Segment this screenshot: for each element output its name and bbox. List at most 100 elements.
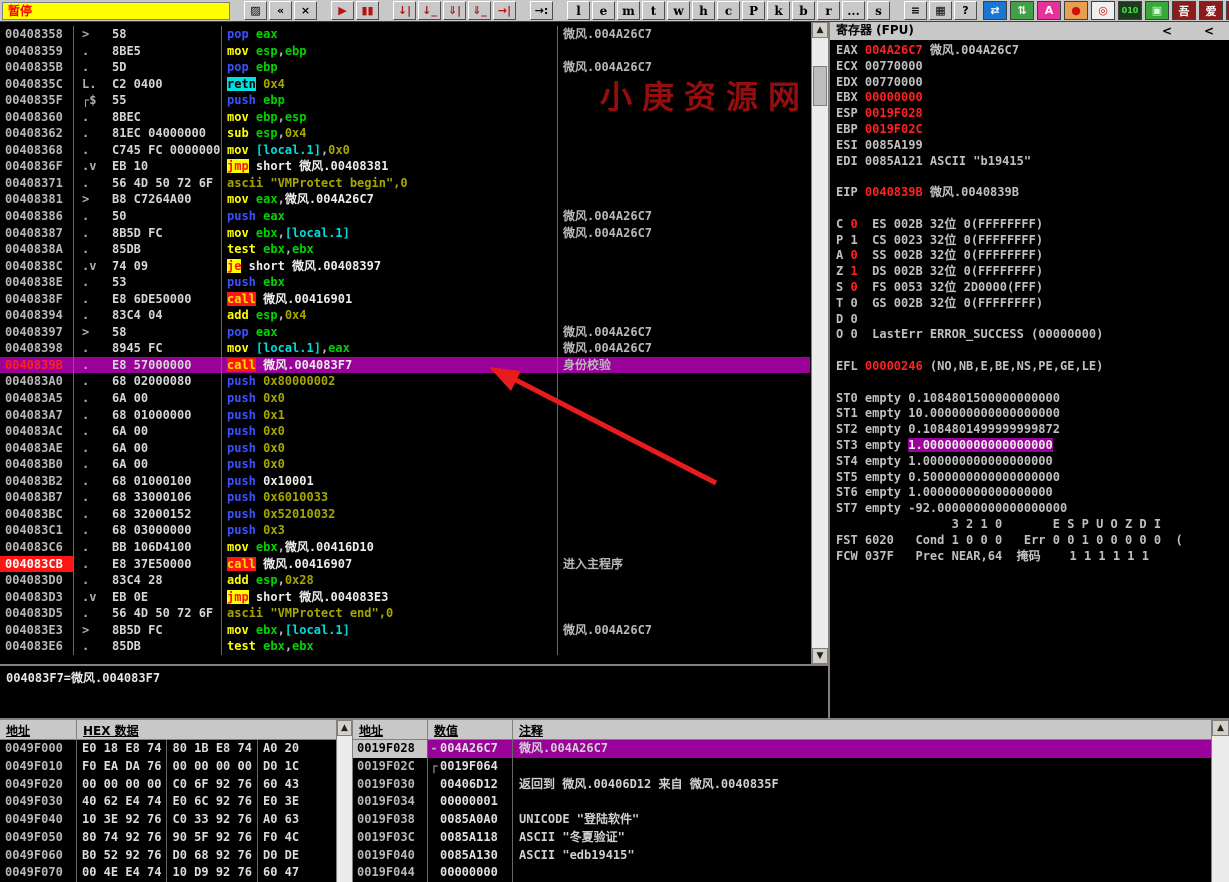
register-line[interactable]: ESI 0085A199: [836, 138, 1229, 154]
up-down-icon[interactable]: ⇅: [1010, 1, 1034, 20]
scroll-up-icon[interactable]: ▲: [812, 22, 828, 38]
disasm-row[interactable]: 0040838E.53push ebx: [0, 274, 810, 291]
disasm-row[interactable]: 004083BC.68 32000152push 0x52010032: [0, 506, 810, 523]
execute-till-return-button[interactable]: →|: [493, 1, 516, 20]
stack-row[interactable]: 0019F03400000001: [353, 793, 1229, 811]
disasm-row[interactable]: 00408394.83C4 04add esp,0x4: [0, 307, 810, 324]
register-line[interactable]: EDI 0085A121 ASCII "b19415": [836, 154, 1229, 170]
letter-button-b[interactable]: b: [792, 1, 815, 20]
register-line[interactable]: [836, 375, 1229, 391]
scroll-down-icon[interactable]: ▼: [812, 648, 828, 664]
disasm-row[interactable]: 004083D5.56 4D 50 72 6Fascii "VMProtect …: [0, 605, 810, 622]
stack-row[interactable]: 0019F028-004A26C7微风.004A26C7: [353, 740, 1229, 758]
dump-row[interactable]: 0049F05080 74 92 7690 5F 92 76F0 4C: [0, 829, 352, 847]
dump-scrollbar[interactable]: ▲: [336, 720, 352, 882]
register-line[interactable]: EFL 00000246 (NO,NB,E,BE,NS,PE,GE,LE): [836, 359, 1229, 375]
letter-button-c[interactable]: c: [717, 1, 740, 20]
register-lines[interactable]: EAX 004A26C7 微风.004A26C7ECX 00770000EDX …: [830, 40, 1229, 564]
swap-arrows-icon[interactable]: ⇄: [983, 1, 1007, 20]
animate-into-button[interactable]: ⇓|: [443, 1, 466, 20]
letter-button-...[interactable]: ...: [842, 1, 865, 20]
list-icon[interactable]: ≡: [904, 1, 927, 20]
disasm-row[interactable]: 004083A0.68 02000080push 0x80000002: [0, 373, 810, 390]
letter-button-t[interactable]: t: [642, 1, 665, 20]
disasm-row[interactable]: 004083AE.6A 00push 0x0: [0, 440, 810, 457]
ai-button[interactable]: 爱: [1199, 1, 1223, 20]
register-line[interactable]: ECX 00770000: [836, 59, 1229, 75]
disasm-row[interactable]: 00408362.81EC 04000000sub esp,0x4: [0, 125, 810, 142]
register-line[interactable]: EBP 0019F02C: [836, 122, 1229, 138]
stack-comment-header[interactable]: 注释: [513, 720, 1229, 739]
letter-button-w[interactable]: w: [667, 1, 690, 20]
register-line[interactable]: [836, 169, 1229, 185]
letter-button-h[interactable]: h: [692, 1, 715, 20]
disasm-row[interactable]: 004083C1.68 03000000push 0x3: [0, 522, 810, 539]
disasm-row[interactable]: 00408386.50push eax微风.004A26C7: [0, 208, 810, 225]
stack-row[interactable]: 0019F03C0085A118ASCII "冬夏验证": [353, 829, 1229, 847]
disasm-row[interactable]: 00408358>58pop eax微风.004A26C7: [0, 26, 810, 43]
disasm-row[interactable]: 0040838F.E8 6DE50000call 微风.00416901: [0, 291, 810, 308]
register-line[interactable]: ST1 empty 10.000000000000000000: [836, 406, 1229, 422]
letter-button-l[interactable]: l: [567, 1, 590, 20]
disassembly-scrollbar[interactable]: ▲ ▼: [811, 22, 828, 664]
disasm-row[interactable]: 004083D0.83C4 28add esp,0x28: [0, 572, 810, 589]
register-line[interactable]: [836, 343, 1229, 359]
dump-row[interactable]: 0049F02000 00 00 00C0 6F 92 7660 43: [0, 776, 352, 794]
register-line[interactable]: EDX 00770000: [836, 75, 1229, 91]
letter-a-icon[interactable]: A: [1037, 1, 1061, 20]
stack-row[interactable]: 0019F0380085A0A0UNICODE "登陆软件": [353, 811, 1229, 829]
disasm-row[interactable]: 004083D3.vEB 0Ejmp short 微风.004083E3: [0, 589, 810, 606]
register-line[interactable]: ESP 0019F028: [836, 106, 1229, 122]
go-to-user-code-button[interactable]: →:: [530, 1, 553, 20]
disasm-row[interactable]: 004083C6.BB 106D4100mov ebx,微风.00416D10: [0, 539, 810, 556]
dump-scroll-up-icon[interactable]: ▲: [337, 720, 352, 736]
collapse-right-button[interactable]: <: [1197, 23, 1221, 40]
dump-hex-header[interactable]: HEX 数据: [77, 720, 352, 739]
letter-button-k[interactable]: k: [767, 1, 790, 20]
stack-row[interactable]: 0019F0400085A130ASCII "edb19415": [353, 847, 1229, 865]
open-file-button[interactable]: ▨: [244, 1, 267, 20]
dump-address-header[interactable]: 地址: [0, 720, 77, 739]
disasm-row[interactable]: 004083B7.68 33000106push 0x6010033: [0, 489, 810, 506]
register-line[interactable]: ST0 empty 0.1084801500000000000: [836, 391, 1229, 407]
stack-row[interactable]: 0019F04400000000: [353, 864, 1229, 882]
collapse-left-button[interactable]: <: [1155, 23, 1179, 40]
dump-row[interactable]: 0049F03040 62 E4 74E0 6C 92 76E0 3E: [0, 793, 352, 811]
disasm-row[interactable]: 00408381>B8 C7264A00mov eax,微风.004A26C7: [0, 191, 810, 208]
register-line[interactable]: ST4 empty 1.000000000000000000: [836, 454, 1229, 470]
disasm-row[interactable]: 00408368.C745 FC 00000000mov [local.1],0…: [0, 142, 810, 159]
register-line[interactable]: ST6 empty 1.000000000000000000: [836, 485, 1229, 501]
register-line[interactable]: FST 6020 Cond 1 0 0 0 Err 0 0 1 0 0 0 0 …: [836, 533, 1229, 549]
red-dot-icon[interactable]: ●: [1064, 1, 1088, 20]
register-line[interactable]: O 0 LastErr ERROR_SUCCESS (00000000): [836, 327, 1229, 343]
disasm-row[interactable]: 004083B2.68 01000100push 0x10001: [0, 473, 810, 490]
stack-row[interactable]: 0019F03000406D12返回到 微风.00406D12 来自 微风.00…: [353, 776, 1229, 794]
register-line[interactable]: A 0 SS 002B 32位 0(FFFFFFFF): [836, 248, 1229, 264]
step-into-button[interactable]: ↓|: [393, 1, 416, 20]
disasm-row[interactable]: 0040838A.85DBtest ebx,ebx: [0, 241, 810, 258]
help-icon[interactable]: ?: [954, 1, 977, 20]
disasm-row[interactable]: 004083CB.E8 37E50000call 微风.00416907进入主程…: [0, 556, 810, 573]
binary-010-icon[interactable]: 010: [1118, 1, 1142, 20]
scroll-thumb[interactable]: [813, 66, 827, 106]
disasm-row[interactable]: 00408397>58pop eax微风.004A26C7: [0, 324, 810, 341]
letter-button-P[interactable]: P: [742, 1, 765, 20]
disasm-row[interactable]: 004083E6.85DBtest ebx,ebx: [0, 638, 810, 655]
register-line[interactable]: FCW 037F Prec NEAR,64 掩码 1 1 1 1 1 1: [836, 549, 1229, 565]
register-line[interactable]: Z 1 DS 002B 32位 0(FFFFFFFF): [836, 264, 1229, 280]
letter-button-e[interactable]: e: [592, 1, 615, 20]
letter-button-r[interactable]: r: [817, 1, 840, 20]
windows-icon[interactable]: ▦: [929, 1, 952, 20]
close-button[interactable]: ×: [294, 1, 317, 20]
disasm-row[interactable]: 004083E3>8B5D FCmov ebx,[local.1]微风.004A…: [0, 622, 810, 639]
register-line[interactable]: [836, 201, 1229, 217]
disasm-row[interactable]: 004083B0.6A 00push 0x0: [0, 456, 810, 473]
register-line[interactable]: ST2 empty 0.1084801499999999872: [836, 422, 1229, 438]
step-over-button[interactable]: ↓_: [418, 1, 441, 20]
dump-row[interactable]: 0049F07000 4E E4 7410 D9 92 7660 47: [0, 864, 352, 882]
disasm-row[interactable]: 004083AC.6A 00push 0x0: [0, 423, 810, 440]
letter-button-m[interactable]: m: [617, 1, 640, 20]
register-line[interactable]: EAX 004A26C7 微风.004A26C7: [836, 43, 1229, 59]
stack-scrollbar[interactable]: ▲: [1211, 720, 1229, 882]
register-line[interactable]: S 0 FS 0053 32位 2D0000(FFF): [836, 280, 1229, 296]
